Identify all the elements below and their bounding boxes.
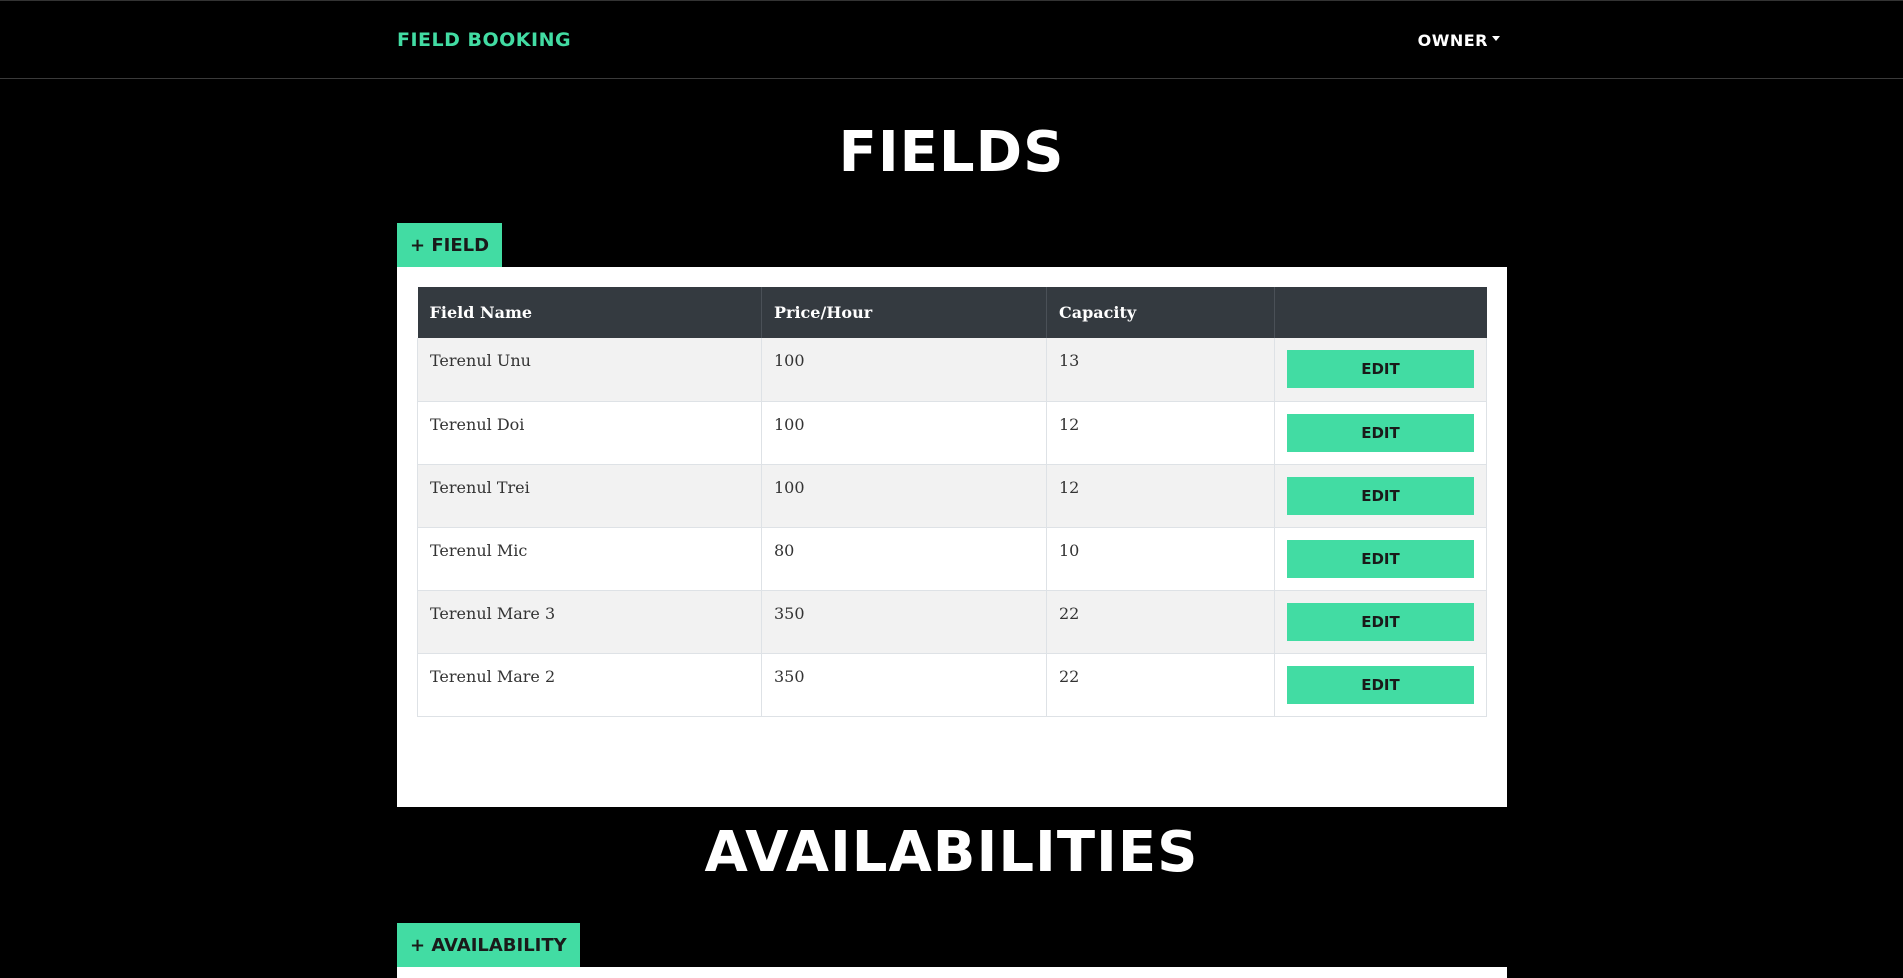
- availabilities-title: AVAILABILITIES: [704, 820, 1199, 885]
- brand-link[interactable]: FIELD BOOKING: [397, 29, 571, 51]
- navbar: FIELD BOOKING OWNER: [0, 0, 1903, 79]
- edit-button[interactable]: EDIT: [1287, 665, 1474, 704]
- field-name-cell: Terenul Trei: [417, 464, 762, 528]
- field-name-cell: Terenul Doi: [417, 401, 762, 465]
- column-header-capacity: Capacity: [1046, 287, 1275, 338]
- price-cell: 100: [761, 338, 1047, 402]
- price-cell: 100: [761, 464, 1047, 528]
- capacity-cell: 12: [1046, 464, 1275, 528]
- edit-button[interactable]: EDIT: [1287, 350, 1474, 388]
- capacity-cell: 22: [1046, 653, 1275, 717]
- table-row: Terenul Unu 100 13 EDIT: [417, 338, 1487, 402]
- table-header-row: Field Name Price/Hour Capacity: [417, 287, 1487, 338]
- capacity-cell: 22: [1046, 590, 1275, 654]
- add-availability-button[interactable]: + AVAILABILITY: [397, 923, 580, 967]
- action-cell: EDIT: [1274, 401, 1487, 465]
- action-cell: EDIT: [1274, 590, 1487, 654]
- availabilities-panel: [397, 967, 1507, 978]
- capacity-cell: 13: [1046, 338, 1275, 402]
- table-row: Terenul Mare 3 350 22 EDIT: [417, 590, 1487, 654]
- table-row: Terenul Doi 100 12 EDIT: [417, 401, 1487, 465]
- caret-down-icon: [1492, 36, 1500, 41]
- add-field-button[interactable]: + FIELD: [397, 223, 503, 267]
- table-row: Terenul Mic 80 10 EDIT: [417, 527, 1487, 591]
- action-cell: EDIT: [1274, 653, 1487, 717]
- field-name-cell: Terenul Unu: [417, 338, 762, 402]
- fields-table: Field Name Price/Hour Capacity Terenul U…: [417, 287, 1487, 717]
- action-cell: EDIT: [1274, 338, 1487, 402]
- action-cell: EDIT: [1274, 527, 1487, 591]
- price-cell: 80: [761, 527, 1047, 591]
- column-header-actions: [1275, 287, 1487, 338]
- field-name-cell: Terenul Mare 3: [417, 590, 762, 654]
- fields-panel: Field Name Price/Hour Capacity Terenul U…: [397, 267, 1507, 807]
- column-header-field-name: Field Name: [417, 287, 762, 338]
- price-cell: 350: [761, 590, 1047, 654]
- price-cell: 100: [761, 401, 1047, 465]
- table-row: Terenul Trei 100 12 EDIT: [417, 464, 1487, 528]
- edit-button[interactable]: EDIT: [1287, 413, 1474, 452]
- table-row: Terenul Mare 2 350 22 EDIT: [417, 653, 1487, 717]
- user-menu-dropdown[interactable]: OWNER: [1418, 31, 1500, 50]
- action-cell: EDIT: [1274, 464, 1487, 528]
- fields-title: FIELDS: [838, 120, 1065, 185]
- capacity-cell: 12: [1046, 401, 1275, 465]
- edit-button[interactable]: EDIT: [1287, 539, 1474, 578]
- field-name-cell: Terenul Mic: [417, 527, 762, 591]
- edit-button[interactable]: EDIT: [1287, 602, 1474, 641]
- capacity-cell: 10: [1046, 527, 1275, 591]
- price-cell: 350: [761, 653, 1047, 717]
- edit-button[interactable]: EDIT: [1287, 476, 1474, 515]
- user-menu-label: OWNER: [1417, 31, 1488, 50]
- column-header-price: Price/Hour: [761, 287, 1047, 338]
- field-name-cell: Terenul Mare 2: [417, 653, 762, 717]
